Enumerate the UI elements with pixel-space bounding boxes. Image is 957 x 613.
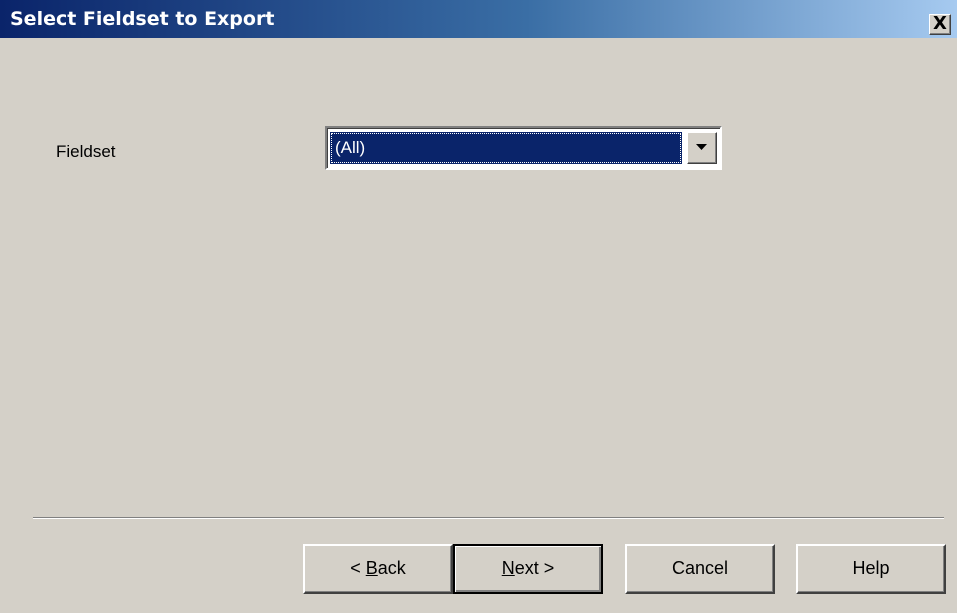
close-button[interactable]: X <box>929 14 951 35</box>
next-button-mnemonic: N <box>501 558 515 578</box>
fieldset-dropdown[interactable]: (All) <box>325 126 722 170</box>
back-button-prefix: < <box>350 558 366 578</box>
title-bar[interactable]: Select Fieldset to Export X <box>0 0 957 38</box>
export-dialog: Select Fieldset to Export X Fieldset (Al… <box>0 0 957 613</box>
fieldset-label: Fieldset <box>56 142 116 161</box>
next-button[interactable]: Next > <box>453 544 603 594</box>
back-button[interactable]: < Back <box>303 544 453 594</box>
fieldset-selected-value[interactable]: (All) <box>330 132 682 164</box>
separator-line <box>33 517 944 519</box>
close-icon: X <box>933 13 947 34</box>
window-title: Select Fieldset to Export <box>10 8 275 30</box>
dropdown-button[interactable] <box>687 132 717 164</box>
fieldset-value-text: (All) <box>335 138 366 157</box>
back-button-mnemonic: B <box>365 558 378 578</box>
dropdown-arrow-icon <box>696 144 707 150</box>
next-button-label: ext > <box>514 558 555 578</box>
cancel-button[interactable]: Cancel <box>625 544 775 594</box>
help-button[interactable]: Help <box>796 544 946 594</box>
back-button-label: ack <box>377 558 406 578</box>
